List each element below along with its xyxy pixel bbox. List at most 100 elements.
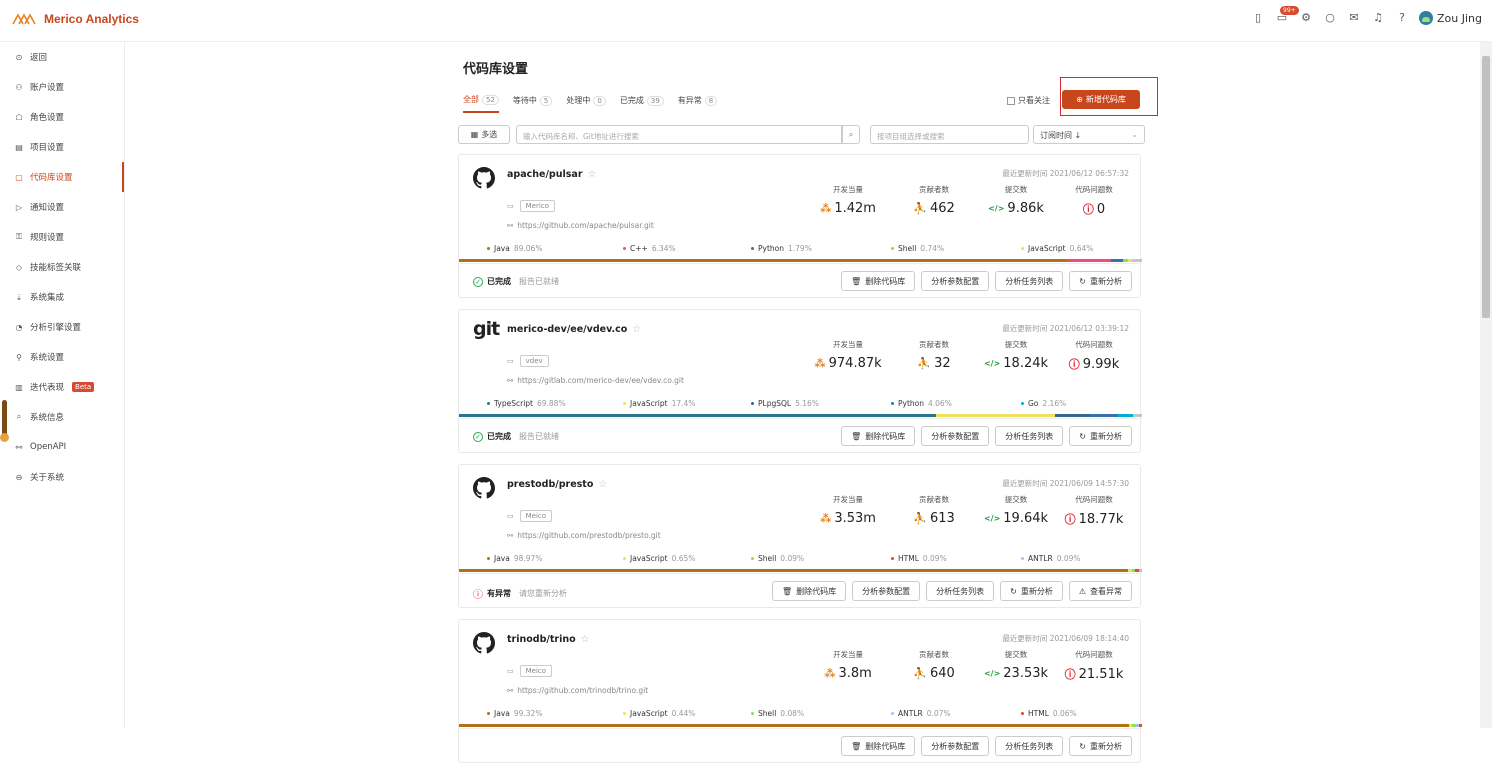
repo-search-input[interactable]: 输入代码库名称、Git地址进行搜索 <box>516 125 842 144</box>
scrollbar[interactable] <box>1480 42 1492 728</box>
task-list-button[interactable]: 分析任务列表 <box>995 271 1064 291</box>
repo-name-link[interactable]: merico-dev/ee/vdev.co ☆ <box>507 324 641 335</box>
config-button[interactable]: 分析参数配置 <box>921 271 990 291</box>
tab-3[interactable]: 已完成 39 <box>620 94 664 113</box>
reanalyze-button[interactable]: ↻ 重新分析 <box>1069 426 1132 446</box>
project-tag[interactable]: Meico <box>519 665 553 677</box>
check-circle-icon: ✓ <box>473 431 483 442</box>
task-list-button[interactable]: 分析任务列表 <box>926 581 995 601</box>
sidebar-item-10[interactable]: ⚲ 系统设置 <box>0 342 124 372</box>
project-tag[interactable]: Merico <box>519 200 555 212</box>
dev-equivalent-number: 1.42m <box>834 201 876 216</box>
star-icon[interactable]: ☆ <box>588 169 597 180</box>
avatar <box>1419 11 1433 25</box>
reanalyze-button-label: 重新分析 <box>1090 431 1122 441</box>
dev-equiv-icon: ⁂ <box>820 512 832 525</box>
tab-4[interactable]: 有异常 8 <box>678 94 718 113</box>
sidebar-item-14[interactable]: ⊖ 关于系统 <box>0 462 124 492</box>
repo-url-text[interactable]: https://github.com/prestodb/presto.git <box>517 531 660 540</box>
tab-0[interactable]: 全部 52 <box>463 94 499 113</box>
sidebar-item-11[interactable]: ▥ 迭代表现 Beta <box>0 372 124 402</box>
app-logo[interactable]: Merico Analytics <box>12 12 139 26</box>
help-icon[interactable]: ? <box>1395 11 1409 25</box>
bell-icon[interactable]: ♫ <box>1371 11 1385 25</box>
config-button[interactable]: 分析参数配置 <box>921 736 990 756</box>
last-updated: 最近更新时间 2021/06/09 18:14:40 <box>1002 634 1129 643</box>
link-icon: ⚯ <box>507 221 514 230</box>
doc-icon[interactable]: ▯ <box>1251 11 1265 25</box>
repo-url-text[interactable]: https://gitlab.com/merico-dev/ee/vdev.co… <box>517 376 684 385</box>
gear-icon[interactable]: ⚙ <box>1299 11 1313 25</box>
tab-1[interactable]: 等待中 5 <box>513 94 553 113</box>
last-updated: 最近更新时间 2021/06/12 06:57:32 <box>1002 169 1129 178</box>
task-list-button[interactable]: 分析任务列表 <box>995 426 1064 446</box>
project-tag[interactable]: vdev <box>519 355 549 367</box>
delete-repo-button[interactable]: 🗑 删除代码库 <box>841 736 916 756</box>
config-button[interactable]: 分析参数配置 <box>852 581 921 601</box>
view-error-button[interactable]: ⚠ 查看异常 <box>1068 581 1132 601</box>
star-icon[interactable]: ☆ <box>632 324 641 335</box>
reanalyze-button[interactable]: ↻ 重新分析 <box>1000 581 1063 601</box>
language-name: C++ <box>630 244 648 253</box>
repo-actions: 🗑 删除代码库 分析参数配置 分析任务列表 ↻ 重新分析 <box>841 736 1132 756</box>
delete-repo-button[interactable]: 🗑 删除代码库 <box>841 426 916 446</box>
sidebar-item-label: OpenAPI <box>30 442 67 452</box>
code-issues-number: 21.51k <box>1078 666 1124 682</box>
task-list-button[interactable]: 分析任务列表 <box>995 736 1064 756</box>
sidebar-item-9[interactable]: ◔ 分析引擎设置 <box>0 312 124 342</box>
sidebar-item-6[interactable]: ⚿ 规则设置 <box>0 222 124 252</box>
sidebar-item-12[interactable]: ⌕ 系统信息 <box>0 402 124 432</box>
sidebar-item-2[interactable]: ☖ 角色设置 <box>0 102 124 132</box>
reanalyze-button[interactable]: ↻ 重新分析 <box>1069 736 1132 756</box>
sidebar-item-3[interactable]: ▤ 项目设置 <box>0 132 124 162</box>
sidebar-item-7[interactable]: ◇ 技能标签关联 <box>0 252 124 282</box>
sort-select[interactable]: 订阅时间 ↓ ⌄ <box>1033 125 1145 144</box>
sidebar-item-0[interactable]: ⊙ 返回 <box>0 42 124 72</box>
repo-name-link[interactable]: trinodb/trino ☆ <box>507 634 590 645</box>
language-bar-segment <box>459 259 1068 262</box>
config-button-label: 分析参数配置 <box>931 276 980 286</box>
config-button[interactable]: 分析参数配置 <box>921 426 990 446</box>
reanalyze-button[interactable]: ↻ 重新分析 <box>1069 271 1132 291</box>
mail-icon[interactable]: ✉ <box>1347 11 1361 25</box>
sidebar-item-5[interactable]: ▷ 通知设置 <box>0 192 124 222</box>
sidebar-item-13[interactable]: ⚯ OpenAPI <box>0 432 124 462</box>
language-percent: 5.16% <box>795 399 819 408</box>
multi-select-button[interactable]: ▦ 多选 <box>458 125 510 144</box>
follow-checkbox[interactable] <box>1007 96 1015 105</box>
chat-icon[interactable]: ▭ 99+ <box>1275 6 1299 25</box>
language-percent: 0.64% <box>1069 244 1094 253</box>
sidebar-item-8[interactable]: ⇣ 系统集成 <box>0 282 124 312</box>
repo-name: merico-dev/ee/vdev.co <box>507 324 628 335</box>
follow-only-toggle[interactable]: 只看关注 <box>1007 95 1050 106</box>
github-icon[interactable]: ○ <box>1323 11 1337 25</box>
language-name: PLpgSQL <box>758 399 792 408</box>
commits-metric: 提交数 </> 23.53k <box>973 649 1059 681</box>
scrollbar-thumb[interactable] <box>1482 56 1490 318</box>
user-menu[interactable]: Zou Jing <box>1419 11 1482 25</box>
delete-repo-button[interactable]: 🗑 删除代码库 <box>771 581 847 601</box>
notification-badge: 99+ <box>1280 6 1299 15</box>
project-filter-input[interactable]: 按项目组选择或搜索 <box>870 125 1029 144</box>
language-item: Python 4.06% <box>891 399 952 408</box>
language-bar-segment <box>1118 414 1133 417</box>
repo-name-link[interactable]: prestodb/presto ☆ <box>507 479 607 490</box>
star-icon[interactable]: ☆ <box>598 479 607 490</box>
repo-name-link[interactable]: apache/pulsar ☆ <box>507 169 596 180</box>
repo-card-footer: 🗑 删除代码库 分析参数配置 分析任务列表 ↻ 重新分析 <box>459 728 1142 764</box>
delete-repo-button[interactable]: 🗑 删除代码库 <box>841 271 916 291</box>
repo-url-text[interactable]: https://github.com/trinodb/trino.git <box>517 686 648 695</box>
language-bar-segment <box>459 569 1128 572</box>
language-dot <box>891 557 894 560</box>
language-percent: 99.32% <box>513 709 543 718</box>
project-tag[interactable]: Meico <box>519 510 553 522</box>
sidebar-item-1[interactable]: ⚇ 账户设置 <box>0 72 124 102</box>
star-icon[interactable]: ☆ <box>581 634 590 645</box>
language-percent: 0.09% <box>922 554 947 563</box>
search-icon[interactable]: ⌕ <box>842 125 860 144</box>
sidebar-item-4[interactable]: ▢ 代码库设置 <box>0 162 124 192</box>
tab-2[interactable]: 处理中 0 <box>566 94 606 113</box>
code-issues-number: 9.99k <box>1082 356 1120 372</box>
commits-metric: 提交数 </> 9.86k <box>973 184 1059 216</box>
repo-url-text[interactable]: https://github.com/apache/pulsar.git <box>517 221 654 230</box>
